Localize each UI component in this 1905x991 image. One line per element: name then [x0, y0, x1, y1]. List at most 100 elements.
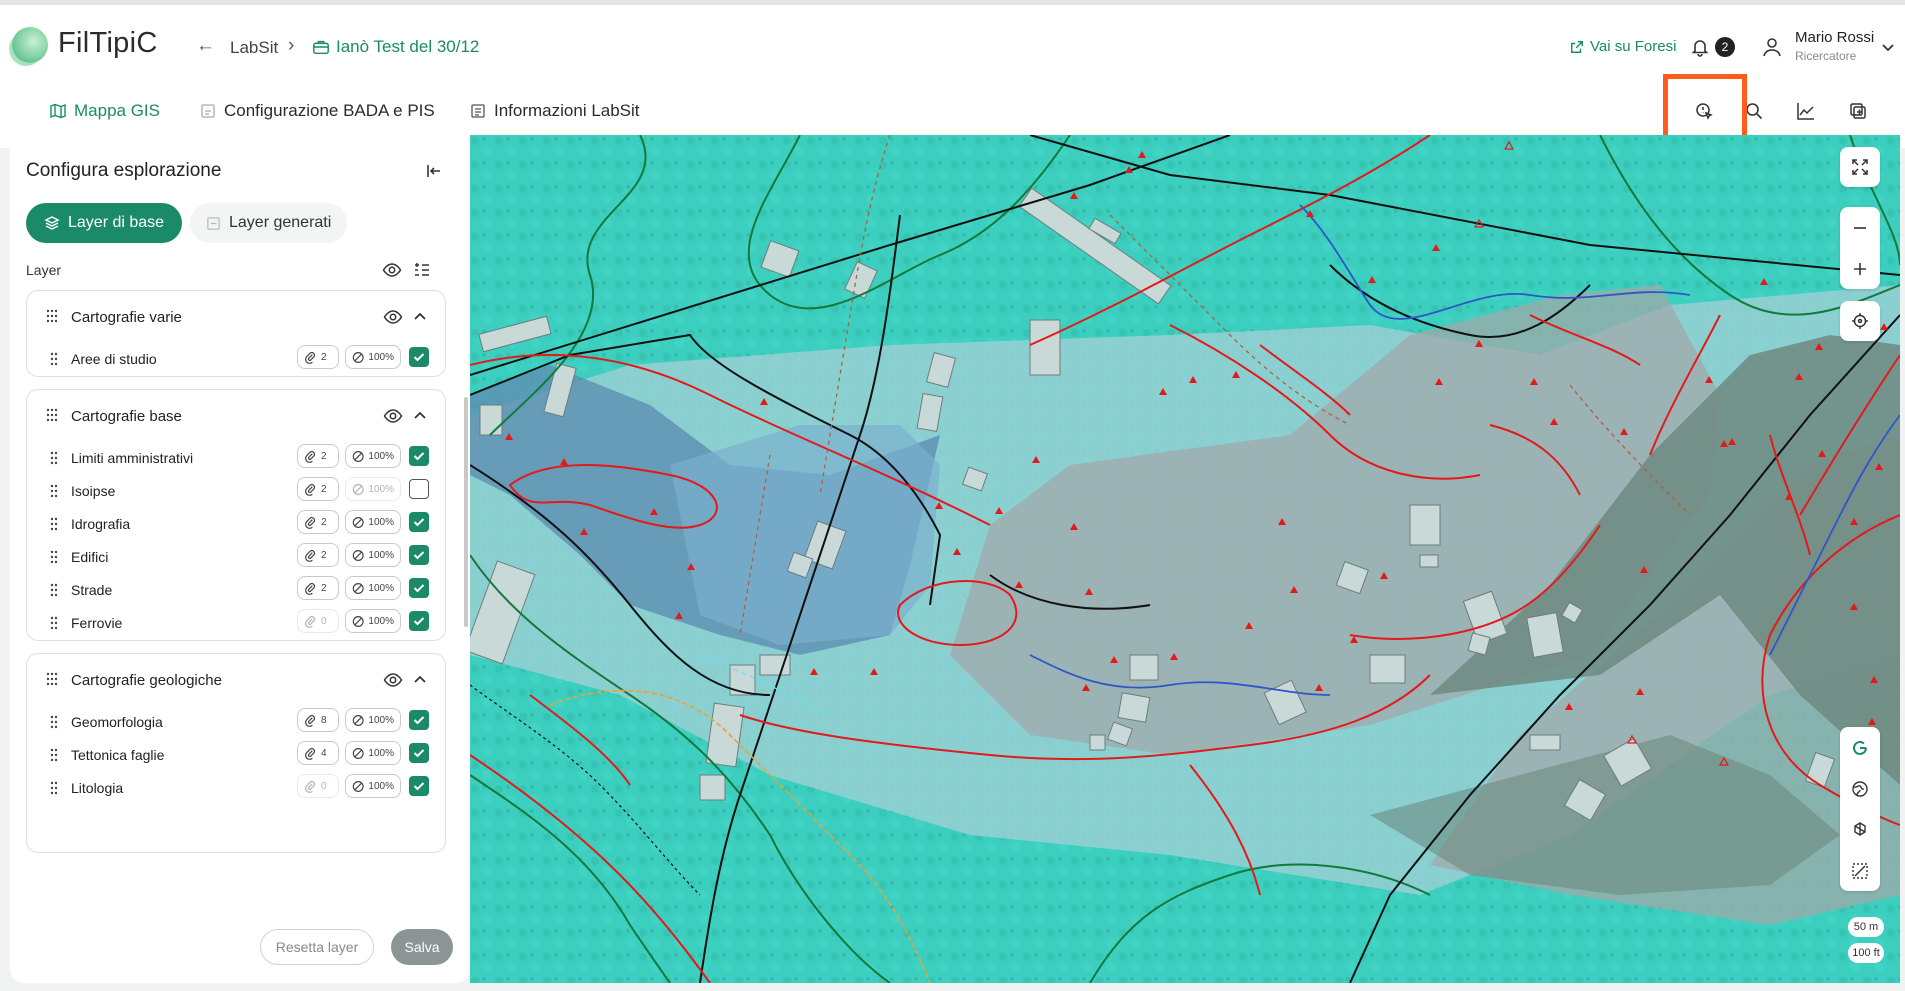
layer-checkbox[interactable] [409, 512, 429, 532]
collapse-panel-icon[interactable] [425, 162, 443, 180]
google-layer-button[interactable] [1840, 727, 1880, 768]
tab-mappa-gis[interactable]: Mappa GIS [50, 101, 160, 121]
opacity-icon [352, 582, 364, 594]
opacity-chip[interactable]: 100% [345, 708, 401, 732]
pill-layer-di-base[interactable]: Layer di base [26, 203, 183, 243]
layer-checkbox[interactable] [409, 347, 429, 367]
drag-handle-icon[interactable] [47, 517, 61, 531]
attachment-count-chip[interactable]: 4 [297, 741, 339, 765]
zoom-out-button[interactable] [1840, 207, 1880, 248]
reset-layers-button[interactable]: Resetta layer [260, 929, 374, 965]
attachment-count-chip[interactable]: 2 [297, 510, 339, 534]
layer-checkbox[interactable] [409, 611, 429, 631]
attachment-count-chip[interactable]: 0 [297, 774, 339, 798]
opacity-chip[interactable]: 100% [345, 741, 401, 765]
bell-icon[interactable] [1690, 37, 1710, 57]
drag-handle-icon[interactable] [45, 309, 59, 323]
chevron-up-icon[interactable] [411, 406, 429, 424]
layer-checkbox[interactable] [409, 743, 429, 763]
generated-layer-icon [207, 216, 220, 230]
drag-handle-icon[interactable] [47, 715, 61, 729]
layers-export-button[interactable] [1838, 91, 1878, 131]
group-header[interactable]: Cartografie varie [27, 291, 447, 341]
attachment-count-chip[interactable]: 8 [297, 708, 339, 732]
layer-name: Aree di studio [71, 351, 157, 367]
opacity-chip[interactable]: 100% [345, 510, 401, 534]
layer-row: Litologia 0 100% [27, 768, 447, 808]
tab-informazioni[interactable]: Informazioni LabSit [470, 101, 640, 121]
tab-configurazione[interactable]: Configurazione BADA e PIS [200, 101, 435, 121]
chevron-up-icon[interactable] [411, 670, 429, 688]
eye-icon[interactable] [383, 307, 403, 327]
search-tool-button[interactable] [1734, 91, 1774, 131]
layer-name: Tettonica faglie [71, 747, 165, 763]
opacity-chip[interactable]: 100% [345, 444, 401, 468]
layer-checkbox[interactable] [409, 446, 429, 466]
check-icon [413, 749, 425, 758]
drag-handle-icon[interactable] [47, 550, 61, 564]
drag-handle-icon[interactable] [45, 672, 59, 686]
external-link[interactable]: Vai su Foresi [1570, 38, 1676, 55]
drag-handle-icon[interactable] [47, 616, 61, 630]
check-icon [413, 518, 425, 527]
chart-tool-button[interactable] [1786, 91, 1826, 131]
back-arrow-icon[interactable]: ← [196, 35, 215, 57]
attachment-count-chip[interactable]: 2 [297, 345, 339, 369]
opacity-chip[interactable]: 100% [345, 345, 401, 369]
opacity-chip[interactable]: 100% [345, 543, 401, 567]
group-header[interactable]: Cartografie geologiche [27, 654, 447, 704]
chevron-down-icon[interactable] [1880, 39, 1896, 55]
drag-handle-icon[interactable] [47, 583, 61, 597]
layer-group: Cartografie varie Aree di studio 2 100% [26, 290, 446, 377]
check-icon [413, 716, 425, 725]
attachment-count-chip[interactable]: 2 [297, 576, 339, 600]
crosshair-icon [1852, 313, 1868, 329]
select-area-button[interactable] [1840, 850, 1880, 891]
layer-config-panel: Configura esplorazione Layer di base Lay… [10, 135, 470, 983]
pill-layer-generati[interactable]: Layer generati [190, 203, 348, 243]
list-settings-icon[interactable] [412, 260, 432, 280]
eye-icon[interactable] [382, 260, 402, 280]
drag-handle-icon[interactable] [47, 484, 61, 498]
map-icon [50, 103, 66, 119]
opacity-chip[interactable]: 100% [345, 609, 401, 633]
drag-handle-icon[interactable] [47, 781, 61, 795]
chevron-up-icon[interactable] [411, 307, 429, 325]
locate-button[interactable] [1840, 301, 1880, 341]
layer-name: Geomorfologia [71, 714, 163, 730]
attachment-count-chip[interactable]: 2 [297, 543, 339, 567]
drag-handle-icon[interactable] [47, 352, 61, 366]
layer-checkbox[interactable] [409, 776, 429, 796]
save-button[interactable]: Salva [391, 929, 453, 965]
search-icon [1746, 103, 1763, 120]
scrollbar[interactable] [464, 397, 468, 627]
opacity-chip[interactable]: 100% [345, 576, 401, 600]
attachment-count-chip[interactable]: 2 [297, 444, 339, 468]
opacity-chip[interactable]: 100% [345, 774, 401, 798]
map-canvas[interactable] [470, 135, 1900, 983]
drag-handle-icon[interactable] [45, 408, 59, 422]
attachment-count-chip[interactable]: 0 [297, 609, 339, 633]
layer-checkbox[interactable] [409, 479, 429, 499]
paperclip-icon [305, 483, 316, 496]
eye-icon[interactable] [383, 406, 403, 426]
gis-map[interactable]: 50 m 100 ft [470, 135, 1900, 983]
layer-list[interactable]: Cartografie varie Aree di studio 2 100% … [10, 290, 470, 900]
drag-handle-icon[interactable] [47, 451, 61, 465]
identify-tool-button[interactable] [1684, 91, 1724, 131]
layer-checkbox[interactable] [409, 545, 429, 565]
user-icon[interactable] [1760, 35, 1784, 59]
layer-checkbox[interactable] [409, 710, 429, 730]
opacity-chip[interactable]: 100% [345, 477, 401, 501]
group-header[interactable]: Cartografie base [27, 390, 447, 440]
globe-layer-button[interactable] [1840, 768, 1880, 809]
drag-handle-icon[interactable] [47, 748, 61, 762]
zoom-in-button[interactable] [1840, 248, 1880, 289]
layer-checkbox[interactable] [409, 578, 429, 598]
attachment-count-chip[interactable]: 2 [297, 477, 339, 501]
eye-icon[interactable] [383, 670, 403, 690]
ai-tool-button[interactable] [1840, 809, 1880, 850]
fullscreen-button[interactable] [1840, 147, 1880, 187]
breadcrumb-labsit[interactable]: LabSit [230, 38, 278, 58]
paperclip-icon [305, 747, 316, 760]
